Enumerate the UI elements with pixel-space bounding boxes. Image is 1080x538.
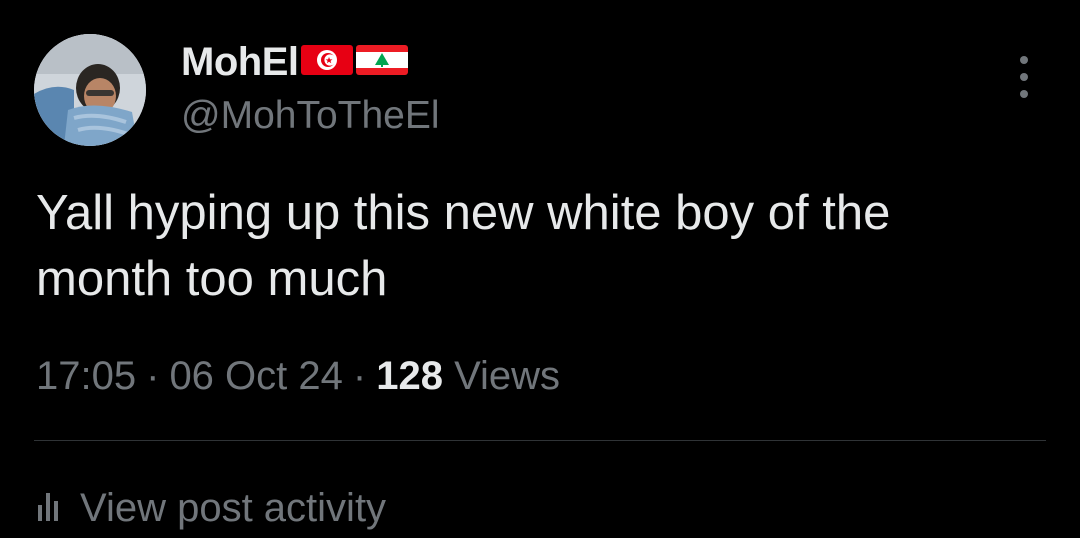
views-count: 128: [376, 354, 443, 398]
avatar-photo: [34, 34, 146, 146]
divider: [34, 440, 1046, 441]
post-meta: 17:05 · 06 Oct 24 · 128 Views: [36, 354, 560, 399]
tweet-detail: MohEl @MohToTheEl Yall hyping up this ne: [0, 0, 1080, 530]
display-name[interactable]: MohEl: [181, 40, 299, 85]
meta-separator: ·: [146, 354, 160, 398]
meta-separator: ·: [352, 354, 367, 398]
more-vertical-icon-dot: [1020, 90, 1028, 98]
more-options-button[interactable]: [1008, 56, 1040, 98]
lebanon-flag-icon: [356, 43, 409, 82]
post-time[interactable]: 17:05: [36, 354, 136, 398]
view-post-activity-button[interactable]: View post activity: [36, 478, 386, 538]
views-label: Views: [454, 354, 561, 398]
post-text: Yall hyping up this new white boy of the…: [36, 186, 891, 306]
bar-chart-icon: [36, 486, 64, 531]
more-vertical-icon: [1020, 56, 1028, 64]
avatar[interactable]: [34, 34, 146, 146]
author-handle[interactable]: @MohToTheEl: [181, 94, 440, 138]
tunisia-flag-icon: [301, 43, 354, 82]
view-post-activity-label: View post activity: [80, 485, 387, 530]
more-vertical-icon-dot: [1020, 73, 1028, 81]
author-name-row[interactable]: MohEl: [181, 38, 409, 86]
post-date[interactable]: 06 Oct 24: [169, 354, 342, 398]
